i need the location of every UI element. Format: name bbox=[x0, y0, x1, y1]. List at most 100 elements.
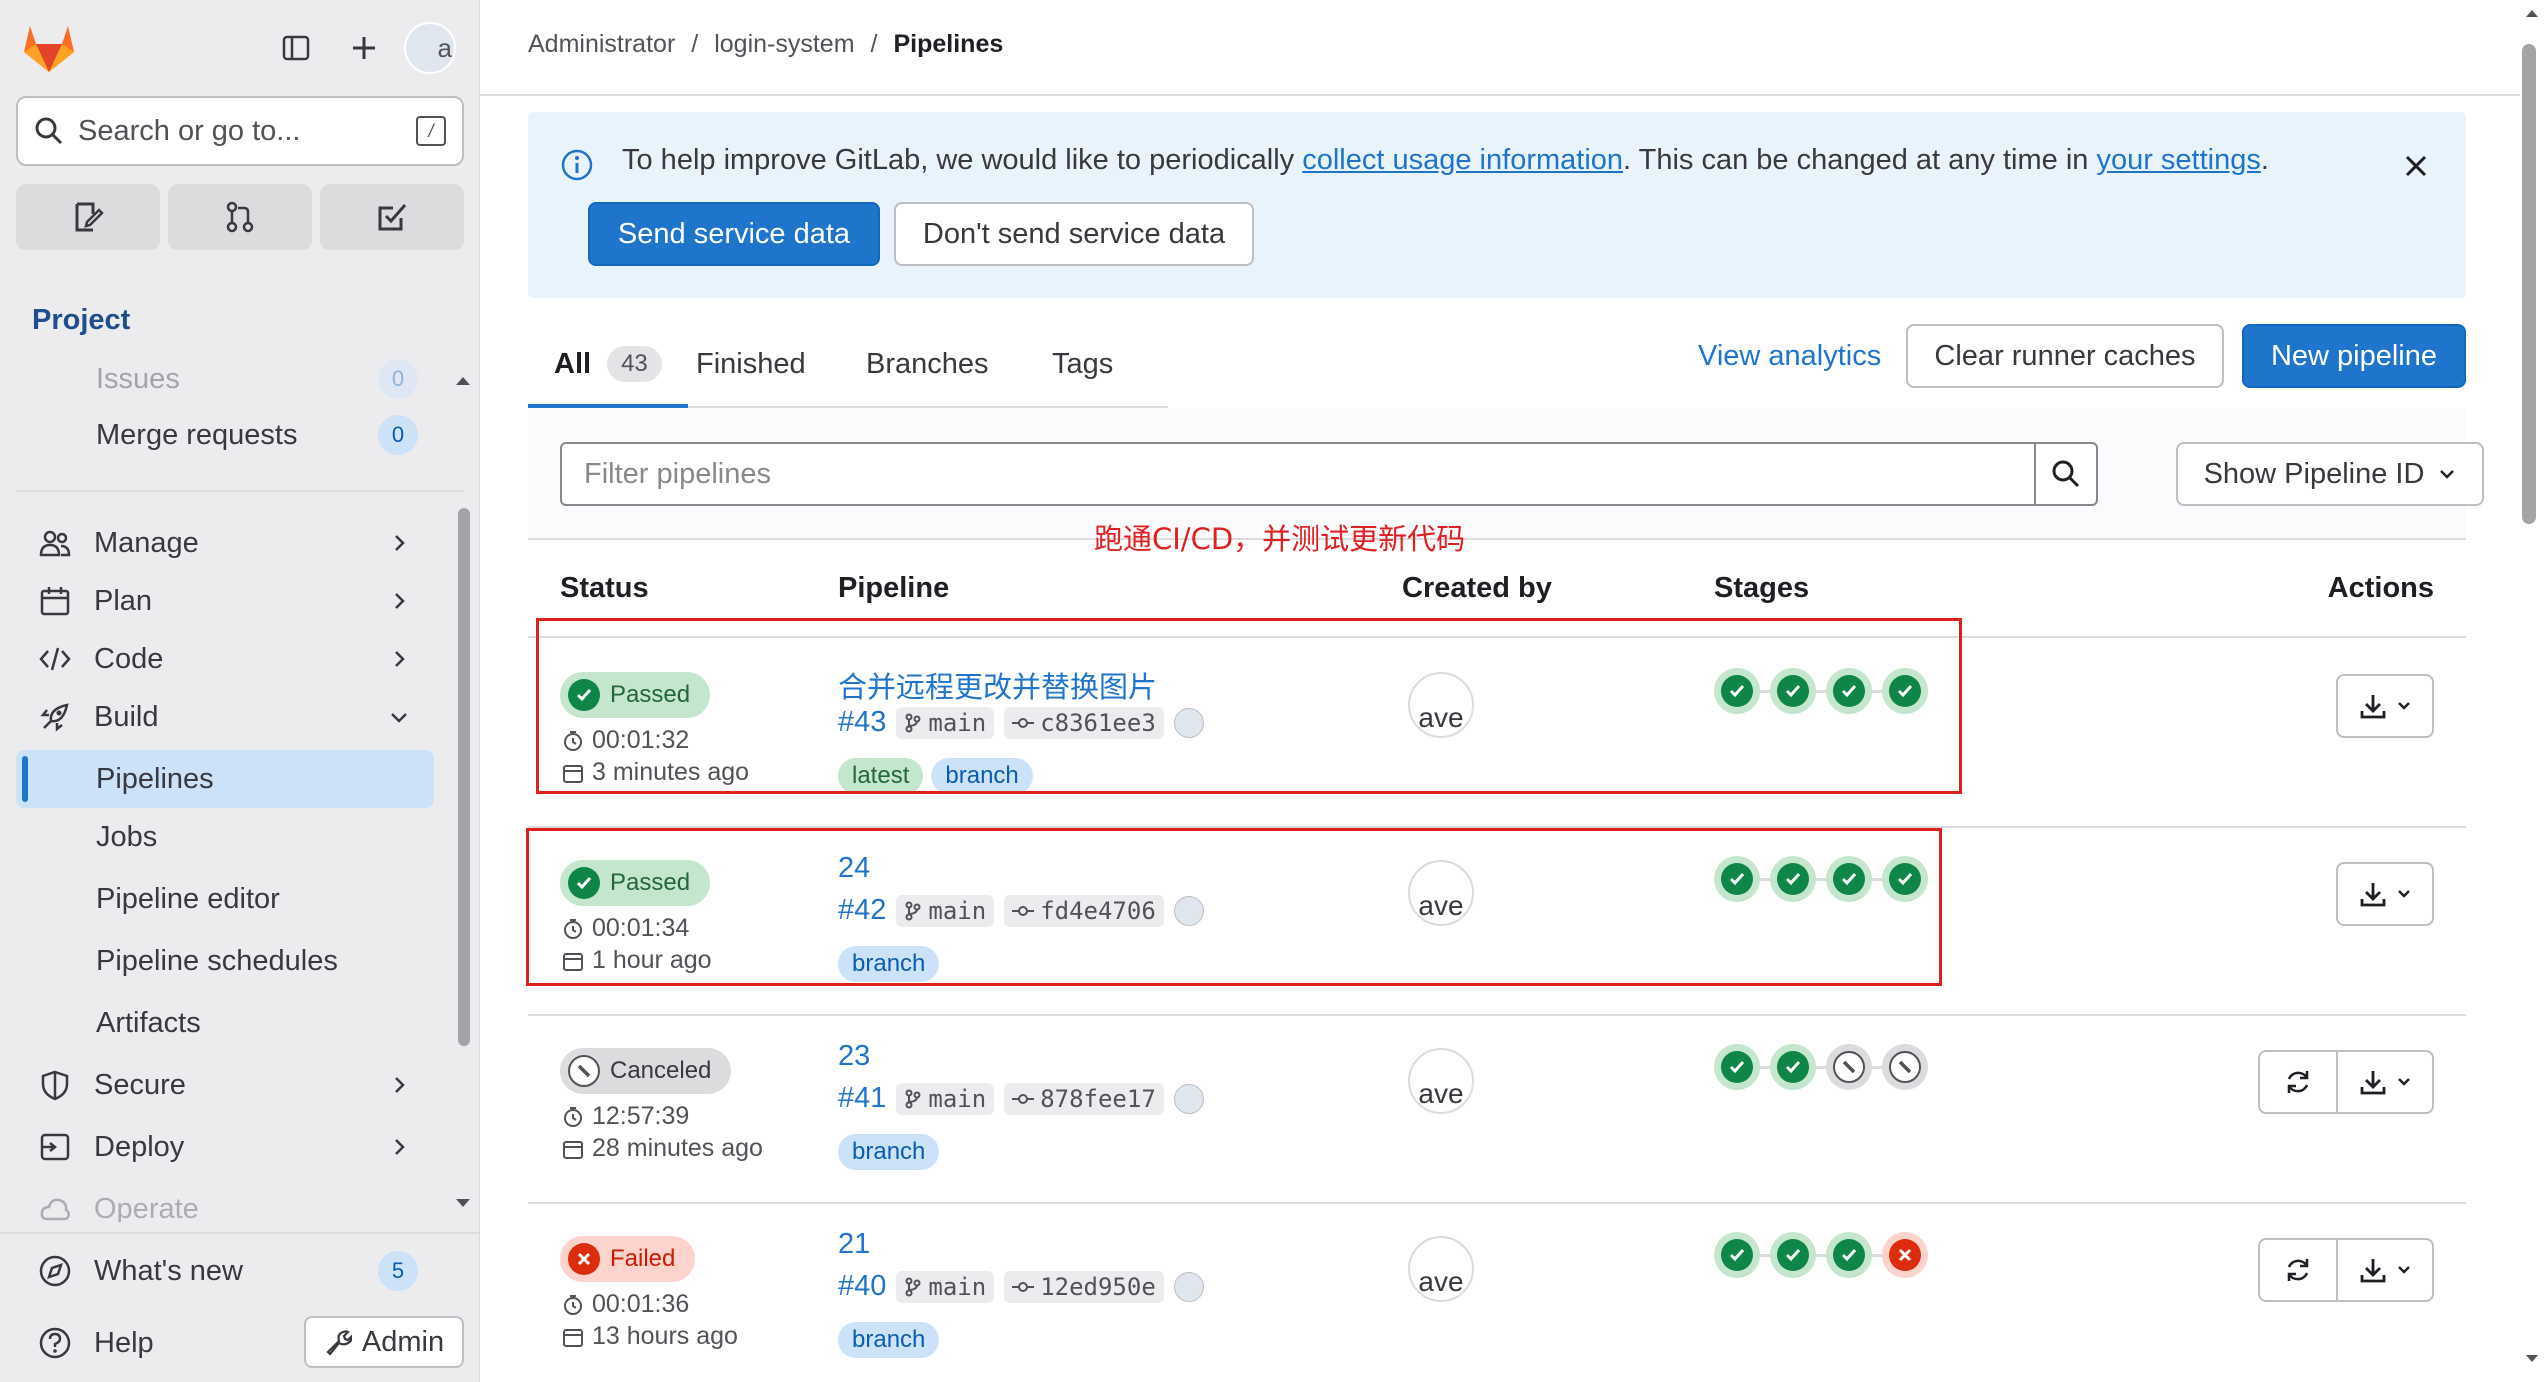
breadcrumb-item[interactable]: login-system bbox=[714, 30, 854, 59]
sidebar-item-label: Merge requests bbox=[96, 418, 298, 451]
retry-button[interactable] bbox=[2258, 1238, 2338, 1302]
sidebar-item-secure[interactable]: Secure bbox=[16, 1056, 434, 1114]
whats-new-item[interactable]: What's new 5 bbox=[16, 1242, 434, 1300]
status-badge[interactable]: Canceled bbox=[560, 1048, 732, 1094]
sidebar-item-merge-requests[interactable]: Merge requests 0 bbox=[16, 406, 434, 464]
commit-sha-link[interactable]: 12ed950e bbox=[1004, 1270, 1164, 1303]
issues-quick-button[interactable] bbox=[16, 184, 160, 250]
window-scrollbar-thumb[interactable] bbox=[2522, 44, 2536, 524]
stage-success-icon[interactable] bbox=[1770, 1232, 1816, 1278]
collect-usage-link[interactable]: collect usage information bbox=[1302, 144, 1623, 176]
commit-title-link[interactable]: 21 bbox=[838, 1228, 870, 1261]
tab-label: Tags bbox=[1052, 347, 1114, 380]
branch-ref-link[interactable]: main bbox=[896, 1082, 995, 1115]
download-artifacts-button[interactable] bbox=[2338, 1050, 2434, 1114]
user-avatar[interactable]: a bbox=[404, 22, 456, 74]
tab-finished[interactable]: Finished bbox=[696, 320, 806, 408]
download-artifacts-button[interactable] bbox=[2338, 1238, 2434, 1302]
sidebar-toggle-icon bbox=[282, 35, 310, 61]
cloud-icon bbox=[38, 1192, 72, 1222]
sidebar-item-plan[interactable]: Plan bbox=[16, 572, 434, 630]
close-icon[interactable] bbox=[2400, 150, 2432, 182]
pipeline-key-dropdown[interactable]: Show Pipeline ID bbox=[2176, 442, 2484, 506]
filter-search-button[interactable] bbox=[2034, 442, 2098, 506]
sidebar-item-code[interactable]: Code bbox=[16, 630, 434, 688]
toggle-sidebar-button[interactable] bbox=[274, 26, 318, 70]
sidebar-item-pipeline-schedules[interactable]: Pipeline schedules bbox=[16, 932, 434, 990]
commit-icon bbox=[1012, 1281, 1035, 1292]
sidebar: a Search or go to... / Project Issues 0 … bbox=[0, 0, 480, 1382]
sidebar-item-artifacts[interactable]: Artifacts bbox=[16, 994, 434, 1052]
avatar-letter: a bbox=[437, 32, 452, 63]
chevron-right-icon bbox=[384, 644, 414, 674]
retry-button[interactable] bbox=[2258, 1050, 2338, 1114]
dropdown-label: Show Pipeline ID bbox=[2203, 457, 2425, 490]
tab-branches[interactable]: Branches bbox=[866, 320, 989, 408]
stage-success-icon[interactable] bbox=[1714, 1044, 1760, 1090]
admin-button[interactable]: Admin bbox=[304, 1316, 464, 1368]
tab-all[interactable]: All 43 bbox=[554, 320, 662, 408]
annotation-box bbox=[526, 828, 1942, 986]
help-item[interactable]: Help bbox=[16, 1314, 256, 1372]
stage-connector bbox=[1872, 1065, 1882, 1069]
stage-canceled-icon[interactable] bbox=[1882, 1044, 1928, 1090]
commit-title-link[interactable]: 23 bbox=[838, 1040, 870, 1073]
gitlab-logo-icon[interactable] bbox=[22, 22, 76, 74]
stage-success-icon[interactable] bbox=[1770, 1044, 1816, 1090]
commit-sha-link[interactable]: 878fee17 bbox=[1004, 1082, 1164, 1115]
stage-failed-icon[interactable] bbox=[1882, 1232, 1928, 1278]
sidebar-item-manage[interactable]: Manage bbox=[16, 514, 434, 572]
column-header-stages: Stages bbox=[1714, 572, 1810, 604]
tab-label: Finished bbox=[696, 347, 806, 380]
dont-send-service-data-button[interactable]: Don't send service data bbox=[894, 202, 1254, 266]
search-placeholder: Search or go to... bbox=[78, 114, 301, 147]
duration-text: 12:57:39 bbox=[592, 1102, 690, 1130]
breadcrumb-item[interactable]: Administrator bbox=[528, 30, 675, 59]
alert-text: . This can be changed at any time in bbox=[1623, 144, 2097, 176]
shield-icon bbox=[38, 1068, 72, 1102]
branch-ref-link[interactable]: main bbox=[896, 1270, 995, 1303]
calendar-icon bbox=[563, 1140, 583, 1159]
download-artifacts-button[interactable] bbox=[2336, 862, 2434, 926]
search-input[interactable]: Search or go to... / bbox=[16, 96, 464, 166]
stage-success-icon[interactable] bbox=[1714, 1232, 1760, 1278]
sidebar-item-jobs[interactable]: Jobs bbox=[16, 808, 434, 866]
sidebar-item-operate[interactable]: Operate bbox=[16, 1180, 434, 1222]
sidebar-item-label: What's new bbox=[94, 1254, 243, 1287]
status-badge[interactable]: Failed bbox=[560, 1236, 696, 1282]
breadcrumb-current[interactable]: Pipelines bbox=[894, 30, 1004, 59]
sidebar-item-pipeline-editor[interactable]: Pipeline editor bbox=[16, 870, 434, 928]
sidebar-scrollbar-thumb[interactable] bbox=[458, 508, 470, 1046]
scroll-up-icon bbox=[2526, 10, 2538, 17]
creator-avatar[interactable]: ave bbox=[1408, 1048, 1474, 1114]
send-service-data-button[interactable]: Send service data bbox=[588, 202, 880, 266]
download-artifacts-button[interactable] bbox=[2336, 674, 2434, 738]
creator-avatar[interactable]: ave bbox=[1408, 1236, 1474, 1302]
sidebar-item-deploy[interactable]: Deploy bbox=[16, 1118, 434, 1176]
status-failed-icon bbox=[568, 1243, 600, 1275]
new-pipeline-button[interactable]: New pipeline bbox=[2242, 324, 2466, 388]
tab-tags[interactable]: Tags bbox=[1052, 320, 1113, 408]
chevron-right-icon bbox=[384, 1070, 414, 1100]
your-settings-link[interactable]: your settings bbox=[2096, 144, 2260, 176]
scroll-down-icon bbox=[2526, 1355, 2538, 1362]
compass-icon bbox=[38, 1254, 72, 1288]
sidebar-item-pipelines[interactable]: Pipelines bbox=[16, 750, 434, 808]
creator-avatar-alt: ave bbox=[1418, 1266, 1464, 1297]
clear-runner-caches-button[interactable]: Clear runner caches bbox=[1906, 324, 2224, 388]
sidebar-item-issues[interactable]: Issues 0 bbox=[16, 356, 434, 408]
merge-requests-quick-button[interactable] bbox=[168, 184, 312, 250]
pipeline-duration: 00:01:36 bbox=[562, 1290, 689, 1319]
view-analytics-link[interactable]: View analytics bbox=[1698, 340, 1881, 373]
todos-quick-button[interactable] bbox=[320, 184, 464, 250]
tab-count-badge: 43 bbox=[607, 346, 662, 382]
sidebar-item-build[interactable]: Build bbox=[16, 688, 434, 746]
stage-canceled-icon[interactable] bbox=[1826, 1044, 1872, 1090]
commit-author-avatar[interactable] bbox=[1173, 1271, 1204, 1302]
pipeline-id-link[interactable]: #41 bbox=[838, 1082, 886, 1115]
create-new-button[interactable] bbox=[342, 26, 386, 70]
commit-author-avatar[interactable] bbox=[1173, 1083, 1204, 1114]
pipeline-id-link[interactable]: #40 bbox=[838, 1270, 886, 1303]
stage-success-icon[interactable] bbox=[1826, 1232, 1872, 1278]
filter-pipelines-input[interactable]: Filter pipelines bbox=[560, 442, 2036, 506]
